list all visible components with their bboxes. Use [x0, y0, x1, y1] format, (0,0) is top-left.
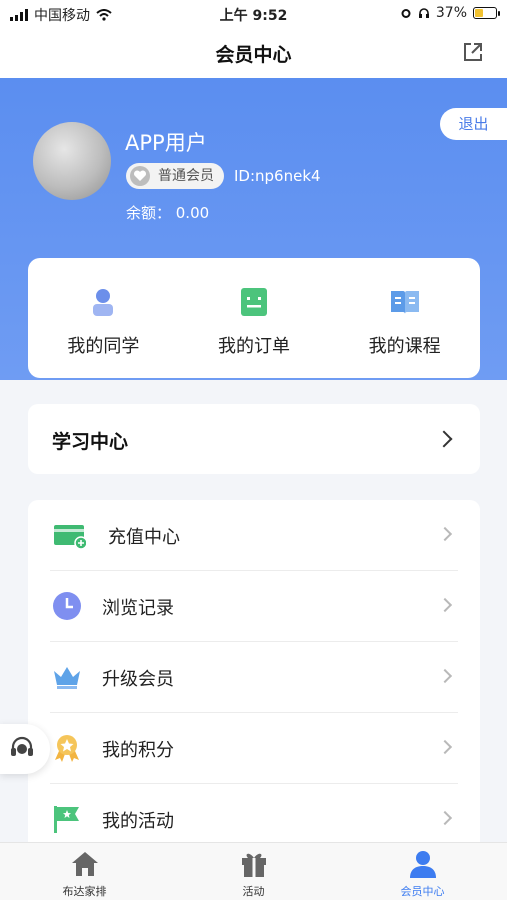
- member-level-label: 普通会员: [158, 168, 214, 184]
- classmate-icon: [93, 289, 114, 316]
- order-icon: [241, 288, 267, 316]
- status-right: 37%: [400, 5, 500, 21]
- menu-label-activities: 我的活动: [102, 811, 174, 832]
- menu-item-recharge[interactable]: 充值中心: [28, 500, 480, 571]
- tab-home[interactable]: 布达家排: [0, 843, 169, 900]
- headset-icon: [11, 736, 33, 756]
- logout-button[interactable]: 退出: [440, 108, 507, 140]
- menu-item-points[interactable]: 我的积分: [28, 713, 480, 784]
- balance: 余额： 0.00: [126, 204, 210, 222]
- study-center-row[interactable]: 学习中心: [28, 404, 480, 474]
- heart-icon: [130, 166, 150, 186]
- user-icon: [409, 851, 436, 878]
- chevron-right-icon: [435, 430, 453, 448]
- tab-home-label: 布达家排: [62, 885, 107, 898]
- tab-activities-label: 活动: [242, 885, 265, 898]
- status-bar: 中国移动 上午 9:52 37%: [0, 0, 507, 28]
- tab-activities[interactable]: 活动: [169, 843, 338, 900]
- menu-label-points: 我的积分: [102, 740, 174, 761]
- quick-courses[interactable]: 我的课程: [329, 258, 480, 378]
- chevron-right-icon: [437, 668, 453, 684]
- quick-actions: 我的同学 我的订单 我的课程: [28, 258, 480, 378]
- tab-member-center-label: 会员中心: [400, 885, 445, 898]
- menu-label-recharge: 充值中心: [108, 527, 180, 548]
- quick-classmates[interactable]: 我的同学: [28, 258, 179, 378]
- clock-icon: [53, 592, 81, 620]
- alarm-icon: [401, 9, 411, 18]
- avatar[interactable]: [33, 122, 111, 200]
- member-level-badge: 普通会员: [126, 163, 224, 189]
- chevron-right-icon: [437, 597, 453, 613]
- gift-icon: [241, 853, 266, 877]
- chevron-right-icon: [437, 526, 453, 542]
- customer-service-button[interactable]: [0, 724, 50, 774]
- quick-orders[interactable]: 我的订单: [179, 258, 330, 378]
- tab-bar: 布达家排 活动 会员中心: [0, 842, 507, 900]
- quick-orders-label: 我的订单: [218, 336, 290, 357]
- study-center-title: 学习中心: [52, 431, 129, 453]
- menu-list: 充值中心 浏览记录 升级会员 我的积分 我的活动: [28, 500, 480, 860]
- menu-label-history: 浏览记录: [102, 598, 174, 619]
- user-id: ID:np6nek4: [234, 167, 321, 185]
- headphones-icon: [418, 8, 429, 18]
- tab-member-center[interactable]: 会员中心: [338, 843, 507, 900]
- username: APP用户: [125, 131, 207, 155]
- menu-item-history[interactable]: 浏览记录: [28, 571, 480, 642]
- medal-icon: [55, 735, 79, 762]
- battery-percent: 37%: [435, 5, 467, 21]
- menu-label-upgrade: 升级会员: [102, 669, 174, 690]
- nav-bar: 会员中心: [0, 28, 507, 78]
- wallet-icon: [54, 525, 86, 550]
- quick-classmates-label: 我的同学: [67, 336, 140, 357]
- share-icon[interactable]: [461, 40, 485, 64]
- chevron-right-icon: [437, 739, 453, 755]
- flag-icon: [54, 806, 79, 833]
- chevron-right-icon: [437, 810, 453, 826]
- battery-icon: [473, 7, 500, 19]
- crown-icon: [54, 667, 80, 689]
- home-icon: [71, 852, 98, 876]
- page-title: 会员中心: [215, 44, 292, 66]
- menu-item-upgrade[interactable]: 升级会员: [28, 642, 480, 713]
- course-icon: [390, 291, 419, 314]
- quick-courses-label: 我的课程: [368, 336, 441, 357]
